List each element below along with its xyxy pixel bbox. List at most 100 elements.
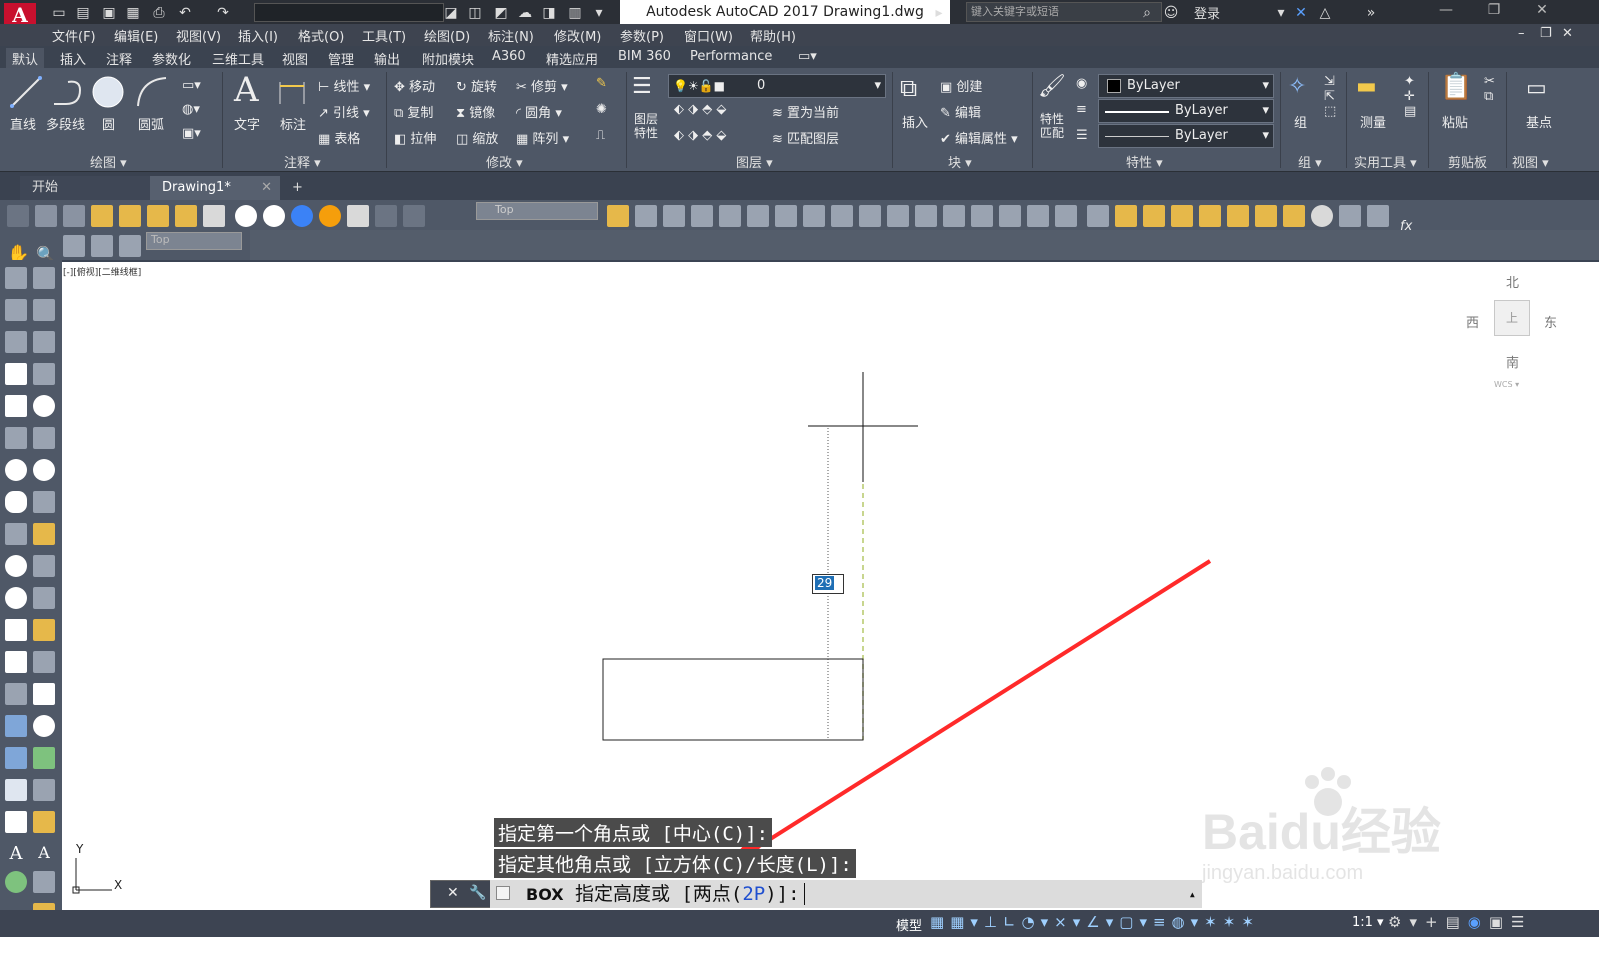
publish-icon[interactable]: ◫ [466, 4, 484, 22]
login-dropdown-icon[interactable]: ▾ [1272, 4, 1290, 22]
lineweight-status-icon[interactable]: ≡ [1153, 913, 1172, 931]
dynamic-input-value[interactable]: 29 [815, 576, 835, 590]
command-recent-icon[interactable] [496, 886, 510, 900]
inspect-tool-icon[interactable] [33, 747, 55, 769]
group-tools-icons[interactable]: ⇲ ⇱ ⬚ [1324, 74, 1336, 119]
dim-style-icon[interactable] [1339, 205, 1362, 227]
paste-icon[interactable]: 📋 [1440, 72, 1472, 102]
array-button[interactable]: ▦ 阵列 ▾ [516, 128, 569, 147]
object-track-icon[interactable]: ∠▾ [1086, 913, 1119, 931]
box-icon[interactable] [203, 205, 225, 227]
match-properties-label[interactable]: 特性 匹配 [1040, 112, 1064, 140]
transparency-icon[interactable]: ◍▾ [1172, 913, 1205, 931]
sphere-icon[interactable] [235, 205, 258, 227]
restore-icon[interactable]: ❐ [1484, 2, 1504, 18]
plot-icon[interactable]: ◪ [442, 4, 460, 22]
customize-wrench-icon[interactable]: 🔧 [469, 885, 486, 901]
customization-icon[interactable]: ☰ [1511, 913, 1532, 931]
point-tool-icon[interactable] [5, 683, 27, 705]
color-wheel-icon[interactable]: ◉ [1076, 76, 1087, 91]
polyline-label[interactable]: 多段线 [46, 114, 85, 133]
modify-panel-title[interactable]: 修改 ▾ [486, 152, 523, 171]
match-properties-icon[interactable]: 🖌 [1038, 74, 1066, 99]
circle-label[interactable]: 圆 [102, 114, 115, 133]
region-icon[interactable]: ▣▾ [182, 126, 201, 141]
move-button[interactable]: ✥ 移动 [394, 76, 435, 95]
explode-icon[interactable]: ✺ [596, 102, 607, 117]
doc-tab-start[interactable]: 开始 [20, 176, 150, 200]
menu-dimension[interactable]: 标注(N) [488, 26, 534, 45]
hatch-icon[interactable]: ◍▾ [182, 102, 200, 117]
close-icon[interactable]: ✕ [1532, 2, 1552, 18]
orbit-icon[interactable] [63, 235, 85, 257]
edit-attributes-button[interactable]: ✔ 编辑属性 ▾ [940, 128, 1018, 147]
help-icon[interactable] [1311, 205, 1334, 227]
base-point-icon[interactable]: ▭ [1526, 76, 1547, 101]
blend-tool-icon[interactable] [1027, 205, 1049, 227]
minimize-icon[interactable]: — [1436, 2, 1456, 18]
dim-break-tool-icon[interactable] [33, 651, 55, 673]
linetype-icon[interactable]: ≡ [1076, 102, 1087, 117]
slice-icon[interactable] [91, 205, 113, 227]
clipboard-panel-title[interactable]: 剪贴板 [1448, 152, 1487, 171]
ucs-icon[interactable] [375, 205, 398, 227]
drawing-canvas[interactable]: [-][俯视][二维线框] Y X 29 北 西 东 南 上 WCS ▾ 指定第… [62, 262, 1568, 910]
annotation-visibility-icon[interactable]: ✶ [1204, 913, 1223, 931]
tab-view[interactable]: 视图 [276, 48, 314, 69]
tolerance-tool-icon[interactable] [33, 683, 55, 705]
command-option-2p[interactable]: 2P [742, 883, 765, 905]
dim-text-edit-tool-icon[interactable]: A [33, 843, 55, 865]
base-point-label[interactable]: 基点 [1526, 112, 1552, 131]
offset-tool-icon[interactable] [691, 205, 713, 227]
new-icon[interactable]: ▭ [50, 4, 68, 22]
tab-addins[interactable]: 附加模块 [416, 48, 480, 69]
text-icon[interactable]: A [234, 70, 259, 110]
explode-tool-icon[interactable] [1055, 205, 1077, 227]
table-button[interactable]: ▦ 表格 [318, 128, 360, 147]
dim-linear-icon[interactable] [1087, 205, 1110, 227]
doc-restore-icon[interactable]: ❐ [1540, 26, 1552, 41]
dim-update-tool-icon[interactable] [33, 871, 55, 893]
binoculars-icon[interactable]: ⌕ [1138, 4, 1156, 22]
hardware-accel-icon[interactable]: ▣ [1489, 913, 1511, 931]
insert-label[interactable]: 插入 [902, 112, 928, 131]
measure-label[interactable]: 测量 [1360, 112, 1386, 131]
sweep-icon[interactable] [63, 205, 85, 227]
make-block-tool-icon[interactable] [5, 651, 27, 673]
insert-block-tool-icon[interactable] [5, 619, 27, 641]
dim-radius-icon[interactable] [1199, 205, 1222, 227]
dim-aligned-icon[interactable] [1115, 205, 1138, 227]
export-icon[interactable]: ◨ [540, 4, 558, 22]
new-tab-button[interactable]: + [286, 176, 308, 200]
dim-aligned-tool-icon[interactable] [33, 299, 55, 321]
osnap-icon[interactable]: ▢▾ [1119, 913, 1153, 931]
tab-output[interactable]: 输出 [368, 48, 406, 69]
presspull-icon[interactable] [35, 205, 57, 227]
box-base-rectangle[interactable] [602, 658, 864, 741]
open-icon[interactable]: ▤ [74, 4, 92, 22]
jogged-linear-tool-icon[interactable] [33, 779, 55, 801]
workspace-switch-icon[interactable]: ⚙▾ [1388, 913, 1425, 931]
dim-ordinate-tool-icon[interactable] [33, 363, 55, 385]
dim-space-tool-icon[interactable] [33, 619, 55, 641]
dim-linear-tool-icon[interactable] [33, 267, 55, 289]
qat-dropdown-icon[interactable]: ▾ [590, 4, 608, 22]
ribbon-toggle-icon[interactable]: ▭▾ [792, 48, 823, 65]
view-combo-2[interactable]: Top [146, 232, 242, 250]
trim-tool-icon[interactable] [859, 205, 881, 227]
tab-3d-tools[interactable]: 三维工具 [206, 48, 270, 69]
plus-icon[interactable]: + [1425, 913, 1446, 931]
annotation-panel-title[interactable]: 注释 ▾ [284, 152, 321, 171]
autoscale-icon[interactable]: ✶ [1223, 913, 1242, 931]
circle-tool-icon[interactable] [5, 459, 27, 481]
layer-tools-icons[interactable]: ⬖ ⬗ ⬘ ⬙ [674, 102, 726, 117]
arc-label[interactable]: 圆弧 [138, 114, 164, 133]
command-input[interactable]: BOX 指定高度或 [两点(2P)]: ▴ [490, 880, 1202, 908]
polyline-icon[interactable] [50, 74, 86, 110]
measure-icon[interactable]: ▬ [1356, 74, 1377, 99]
dim-diameter-tool-icon[interactable] [33, 459, 55, 481]
dim-angular-icon[interactable] [1283, 205, 1306, 227]
command-history-toggle-icon[interactable]: ▴ [1189, 880, 1196, 908]
layer-tools-icons-2[interactable]: ⬖ ⬗ ⬘ ⬙ [674, 128, 726, 143]
cylinder-icon[interactable] [263, 205, 286, 227]
